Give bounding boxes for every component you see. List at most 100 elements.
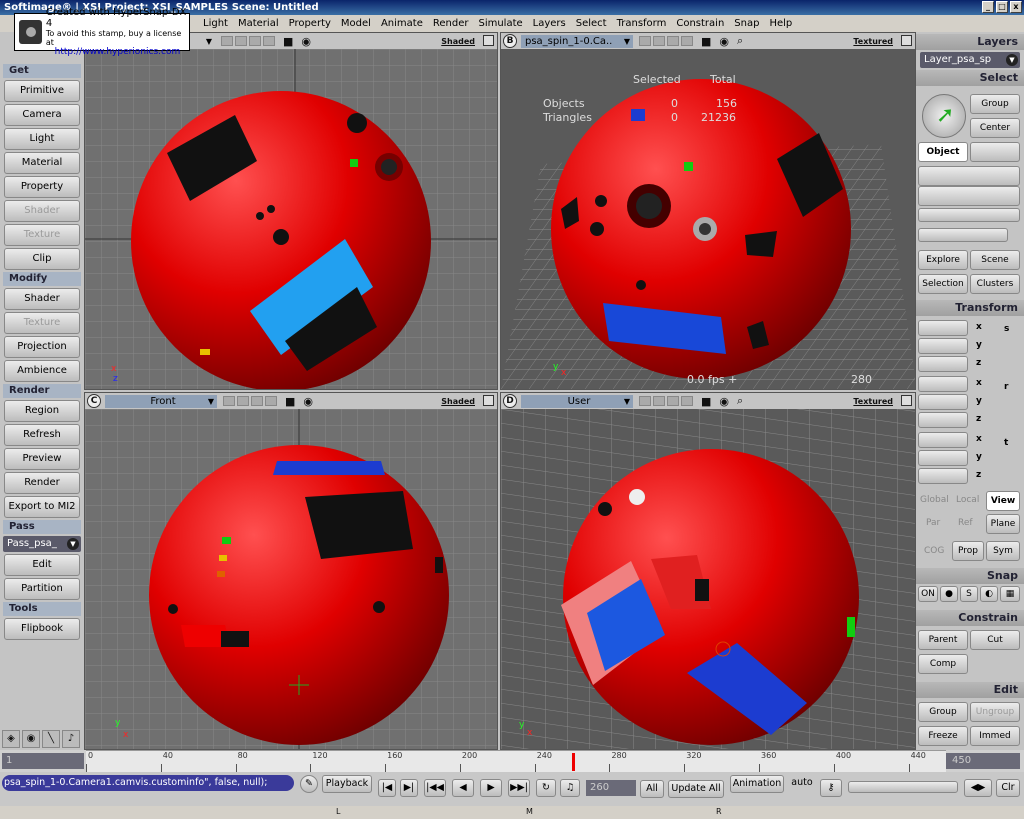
viewport-c-memo-slots[interactable] [223,396,277,406]
scale-z-label[interactable]: z [976,358,981,368]
explore-button[interactable]: Explore [918,250,968,270]
menu-simulate[interactable]: Simulate [473,18,527,29]
flipbook-button[interactable]: Flipbook [4,618,80,640]
comp-button[interactable]: Comp [918,654,968,674]
rotate-x-field[interactable] [918,376,968,392]
viewport-a[interactable]: A ▼ ■ ◉ Shaded [84,32,498,390]
ungroup-button[interactable]: Ungroup [970,702,1020,722]
command-line[interactable]: psa_spin_1-0.Camera1.camvis.custominfo",… [2,775,294,791]
menu-light[interactable]: Light [198,18,233,29]
view-button[interactable]: View [986,491,1020,511]
timeline-end-field[interactable]: 450 [946,753,1020,769]
render-region-button[interactable]: Region [4,400,80,422]
cog-button[interactable]: COG [924,546,944,556]
render-export-mi2-button[interactable]: Export to MI2 [4,496,80,518]
playback-menu-button[interactable]: Playback [322,775,372,793]
menu-model[interactable]: Model [336,18,376,29]
step-back-icon[interactable]: ◀ [452,779,474,797]
expand-icon[interactable]: ◀▶ [964,779,992,797]
all-button[interactable]: All [640,780,664,798]
maximize-icon[interactable] [901,35,912,46]
global-button[interactable]: Global [920,495,949,505]
eye-icon[interactable]: ◉ [301,35,311,48]
scene-button[interactable]: Scene [970,250,1020,270]
timeline-start-field[interactable]: 1 [2,753,84,769]
plane-button[interactable]: Plane [986,514,1020,534]
model-toolbar-icon[interactable]: ◈ [2,730,20,748]
rotate-x-label[interactable]: x [976,378,982,388]
viewport-b-memo-slots[interactable] [639,36,693,46]
maximize-button[interactable]: □ [996,1,1008,13]
play-backward-icon[interactable]: ▶| [400,779,418,797]
auto-key-label[interactable]: auto [788,775,816,793]
viewport-b-view-select[interactable]: psa_spin_1-0.Ca.. ▼ [521,34,633,48]
get-material-button[interactable]: Material [4,152,80,174]
sphere-object[interactable] [149,445,449,745]
script-icon[interactable]: ✎ [300,775,318,793]
select-slider-2[interactable] [918,228,1008,242]
local-button[interactable]: Local [956,495,979,505]
viewport-b-display-mode[interactable]: Textured [853,37,893,46]
get-primitive-button[interactable]: Primitive [4,80,80,102]
pass-select[interactable]: Pass_psa_ ▼ [3,536,81,552]
viewport-a-canvas[interactable]: xz [85,49,497,389]
get-shader-button[interactable]: Shader [4,200,80,222]
magnify-icon[interactable]: ⌕ [737,394,743,408]
get-property-button[interactable]: Property [4,176,80,198]
viewport-c-letter[interactable]: C [87,394,101,408]
loop-icon[interactable]: ↻ [536,779,556,797]
cut-button[interactable]: Cut [970,630,1020,650]
stamp-link[interactable]: http://www.hyperionics.com [46,47,189,57]
update-all-button[interactable]: Update All [668,780,724,798]
audio-icon[interactable]: ♫ [560,779,580,797]
select-center-button[interactable]: Center [970,118,1020,138]
maximize-icon[interactable] [901,395,912,406]
modify-shader-button[interactable]: Shader [4,288,80,310]
scale-y-field[interactable] [918,338,968,354]
viewport-d-letter[interactable]: D [503,394,517,408]
par-button[interactable]: Par [926,518,940,528]
timeline-ruler[interactable]: 0 40 80 120 160 200 240 280 320 360 400 440 [86,750,946,772]
viewport-b-letter[interactable]: B [503,34,517,48]
select-slider[interactable] [918,208,1020,222]
modify-projection-button[interactable]: Projection [4,336,80,358]
translate-x-label[interactable]: x [976,434,982,444]
get-light-button[interactable]: Light [4,128,80,150]
camera-icon[interactable]: ■ [283,35,293,48]
selection-button[interactable]: Selection [918,274,968,294]
hair-toolbar-icon[interactable]: ♪ [62,730,80,748]
sym-button[interactable]: Sym [986,541,1020,561]
rotate-z-field[interactable] [918,412,968,428]
first-frame-icon[interactable]: |◀ [378,779,396,797]
get-texture-button[interactable]: Texture [4,224,80,246]
animation-slider[interactable] [848,781,958,793]
magnify-icon[interactable]: ⌕ [737,34,743,48]
camera-icon[interactable]: ■ [701,35,711,48]
modify-texture-button[interactable]: Texture [4,312,80,334]
render-render-button[interactable]: Render [4,472,80,494]
rotate-y-field[interactable] [918,394,968,410]
eye-icon[interactable]: ◉ [719,395,729,408]
snap-on-button[interactable]: ON [918,586,938,602]
menu-transform[interactable]: Transform [612,18,672,29]
snap-point-icon[interactable]: ● [940,586,958,602]
select-filter-button[interactable] [970,142,1020,162]
ref-button[interactable]: Ref [958,518,973,528]
viewport-b[interactable]: B psa_spin_1-0.Ca.. ▼ ■ ◉ ⌕ Textured y x… [500,32,916,390]
pass-edit-button[interactable]: Edit [4,554,80,576]
camera-icon[interactable]: ■ [285,395,295,408]
select-group-button[interactable]: Group [970,94,1020,114]
viewport-d[interactable]: D User ▼ ■ ◉ ⌕ Textured y x [500,392,916,750]
translate-mode-button[interactable]: t [1004,438,1008,448]
menu-material[interactable]: Material [233,18,284,29]
get-clip-button[interactable]: Clip [4,248,80,270]
translate-y-label[interactable]: y [976,452,982,462]
group-button[interactable]: Group [918,702,968,722]
viewport-c-view-select[interactable]: Front ▼ [105,394,217,408]
select-component-button[interactable] [918,166,1020,186]
menu-render[interactable]: Render [428,18,474,29]
immed-button[interactable]: Immed [970,726,1020,746]
freeze-button[interactable]: Freeze [918,726,968,746]
animate-toolbar-icon[interactable]: ◉ [22,730,40,748]
rotate-mode-button[interactable]: r [1004,382,1008,392]
